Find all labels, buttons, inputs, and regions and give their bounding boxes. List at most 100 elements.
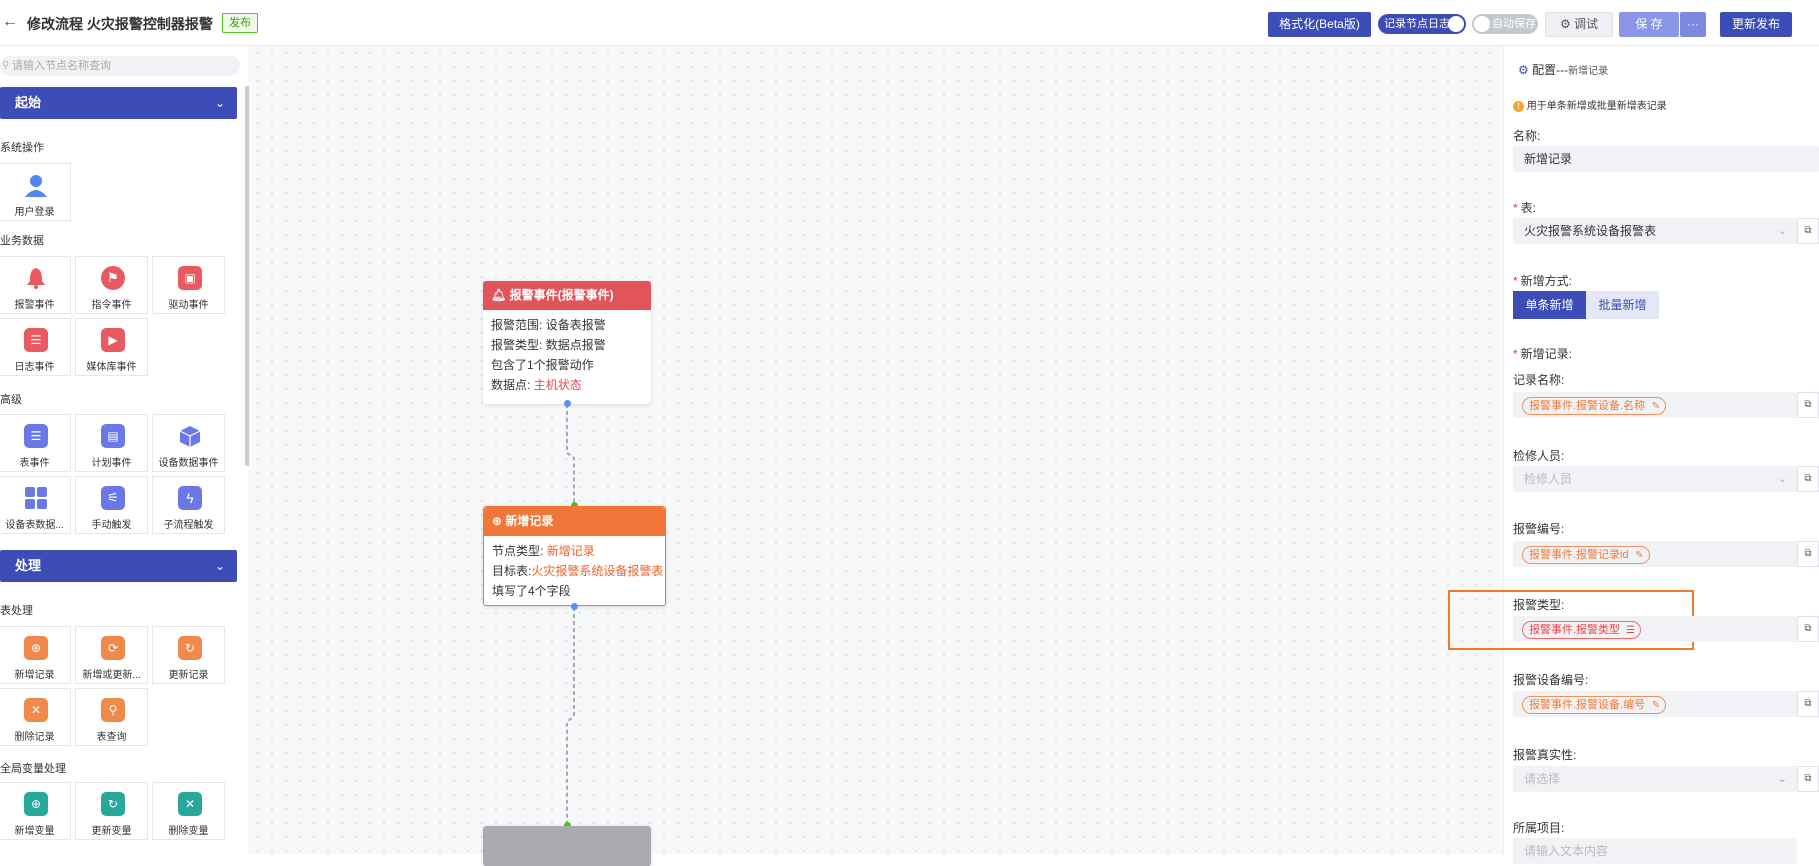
warning-icon: ! [1513, 101, 1524, 112]
tile-delete-record[interactable]: ✕ 删除记录 [0, 688, 71, 746]
record-name-input[interactable]: 报警事件.报警设备.名称 ✎ [1513, 392, 1797, 418]
field-label: 报警真实性: [1513, 748, 1577, 762]
bell-icon [24, 266, 48, 290]
tile-command-event[interactable]: ⚑ 指令事件 [75, 256, 148, 314]
bell-icon: 🔔︎ [491, 288, 507, 302]
search-doc-icon: ⚲ [101, 698, 125, 722]
edit-icon[interactable]: ✎ [1652, 698, 1660, 714]
variable-tag[interactable]: 报警事件.报警类型 ☰ [1522, 621, 1642, 639]
edit-icon[interactable]: ✎ [1652, 399, 1660, 415]
output-port[interactable] [571, 603, 578, 610]
tile-driver-event[interactable]: ▣ 驱动事件 [152, 256, 225, 314]
format-button[interactable]: 格式化(Beta版) [1268, 12, 1371, 37]
tile-device-table-data[interactable]: 设备表数据... [0, 476, 71, 534]
update-var-icon: ↻ [101, 792, 125, 816]
next-node[interactable] [483, 826, 651, 866]
sidebar-scrollbar[interactable] [245, 86, 249, 466]
group-advanced: 高级 [0, 394, 22, 406]
tile-add-record[interactable]: ⊕ 新增记录 [0, 626, 71, 684]
table-label: * 表: [1513, 201, 1537, 215]
field-action-button[interactable]: ⧉ [1797, 691, 1819, 717]
media-icon: ▶ [101, 328, 125, 352]
field-label: 报警设备编号: [1513, 673, 1589, 687]
inspector-select[interactable]: 检修人员 ⌄ [1513, 466, 1797, 492]
tile-plan-event[interactable]: ▤ 计划事件 [75, 414, 148, 472]
table-select[interactable]: 火灾报警系统设备报警表 ⌄ [1513, 218, 1797, 244]
mode-batch-button[interactable]: 批量新增 [1586, 291, 1659, 319]
toggle-knob [1448, 16, 1464, 32]
field-action-button[interactable]: ⧉ [1797, 392, 1819, 418]
more-button[interactable]: ··· [1680, 12, 1706, 37]
edit-icon[interactable]: ✎ [1635, 548, 1643, 564]
debug-button[interactable]: ⚙ 调试 [1545, 12, 1613, 37]
section-start-label: 起始 [15, 95, 42, 110]
field-label: 报警类型: [1513, 598, 1565, 612]
add-record-node[interactable]: ⊕ 新增记录 节点类型: 新增记录 目标表:火灾报警系统设备报警表 填写了4个字… [483, 506, 666, 606]
field-action-button[interactable]: ⧉ [1797, 616, 1819, 642]
search-input[interactable]: ⚲ 请输入节点名称查询 [0, 56, 240, 76]
bug-icon: ⚙ [1559, 17, 1571, 31]
project-input[interactable]: 请输入文本内容 [1513, 838, 1797, 864]
variable-tag[interactable]: 报警事件.报警设备.编号 ✎ [1522, 696, 1667, 714]
alarm-event-node[interactable]: 🔔︎ 报警事件(报警事件) 报警范围: 设备表报警 报警类型: 数据点报警 包含… [483, 281, 651, 404]
arrow-left-icon[interactable]: ← [2, 13, 18, 31]
panel-tip: ! 用于单条新增或批量新增表记录 [1513, 97, 1667, 112]
alarm-number-input[interactable]: 报警事件.报警记录id ✎ [1513, 541, 1797, 567]
device-number-input[interactable]: 报警事件.报警设备.编号 ✎ [1513, 691, 1797, 717]
plus-circle-icon: ⊕ [492, 514, 503, 528]
field-action-button[interactable]: ⧉ [1797, 466, 1819, 492]
tile-user-login[interactable]: 用户登录 [0, 163, 71, 221]
tile-media-event[interactable]: ▶ 媒体库事件 [75, 318, 148, 376]
alarm-type-input[interactable]: 报警事件.报警类型 ☰ [1513, 616, 1797, 642]
output-port[interactable] [564, 400, 571, 407]
field-action-button[interactable]: ⧉ [1797, 766, 1819, 792]
clipboard-icon: ▤ [101, 424, 125, 448]
name-input[interactable]: 新增记录 [1513, 146, 1819, 172]
node-header: 🔔︎ 报警事件(报警事件) [483, 281, 651, 310]
field-action-button[interactable]: ⧉ [1797, 541, 1819, 567]
chevron-down-icon: ⌄ [214, 559, 225, 573]
tile-add-var[interactable]: ⊕ 新增变量 [0, 782, 71, 840]
sync-doc-icon: ⟳ [101, 636, 125, 660]
section-start[interactable]: 起始 ⌄ [0, 87, 237, 119]
list-icon[interactable]: ☰ [1626, 623, 1635, 639]
tile-add-or-update[interactable]: ⟳ 新增或更新... [75, 626, 148, 684]
grid-icon [24, 486, 48, 510]
autosave-toggle[interactable]: 自动保存 [1472, 14, 1538, 34]
node-palette: ⚲ 请输入节点名称查询 起始 ⌄ 系统操作 用户登录 业务数据 报警事件 ⚑ 指… [0, 46, 250, 854]
node-body: 报警范围: 设备表报警 报警类型: 数据点报警 包含了1个报警动作 数据点: 主… [491, 318, 606, 392]
flow-canvas[interactable]: 🔔︎ 报警事件(报警事件) 报警范围: 设备表报警 报警类型: 数据点报警 包含… [251, 46, 1503, 866]
log-toggle-label: 记录节点日志 [1384, 18, 1450, 30]
tile-subflow-trigger[interactable]: ϟ 子流程触发 [152, 476, 225, 534]
trash-doc-icon: ✕ [24, 698, 48, 722]
tile-update-record[interactable]: ↻ 更新记录 [152, 626, 225, 684]
field-label: 所属项目: [1513, 821, 1565, 835]
tile-update-var[interactable]: ↻ 更新变量 [75, 782, 148, 840]
panel-subtitle: 新增记录 [1568, 66, 1609, 77]
connector-line [566, 404, 575, 506]
search-icon: ⚲ [2, 60, 10, 71]
field-label: 检修人员: [1513, 449, 1565, 463]
tile-delete-var[interactable]: ✕ 删除变量 [152, 782, 225, 840]
variable-tag[interactable]: 报警事件.报警设备.名称 ✎ [1522, 397, 1667, 415]
tile-manual-trigger[interactable]: ⚟ 手动触发 [75, 476, 148, 534]
page-title: 修改流程 火灾报警控制器报警 [27, 16, 213, 32]
variable-tag[interactable]: 报警事件.报警记录id ✎ [1522, 546, 1650, 564]
cube-icon [178, 424, 202, 448]
authenticity-select[interactable]: 请选择 ⌄ [1513, 766, 1797, 792]
tile-log-event[interactable]: ☰ 日志事件 [0, 318, 71, 376]
tile-table-event[interactable]: ☰ 表事件 [0, 414, 71, 472]
status-badge: 发布 [222, 13, 258, 33]
chevron-down-icon: ⌄ [214, 96, 225, 110]
tile-table-query[interactable]: ⚲ 表查询 [75, 688, 148, 746]
mode-single-button[interactable]: 单条新增 [1513, 291, 1586, 319]
lightning-icon: ϟ [178, 486, 202, 510]
log-toggle[interactable]: 记录节点日志 [1378, 14, 1466, 34]
publish-button[interactable]: 更新发布 [1720, 12, 1792, 37]
tile-device-data-event[interactable]: 设备数据事件 [152, 414, 225, 472]
section-process[interactable]: 处理 ⌄ [0, 550, 237, 582]
save-button[interactable]: 保 存 [1619, 12, 1679, 37]
open-table-button[interactable]: ⧉ [1797, 218, 1819, 244]
node-body: 节点类型: 新增记录 目标表:火灾报警系统设备报警表 填写了4个字段 [492, 544, 664, 598]
tile-alarm-event[interactable]: 报警事件 [0, 256, 71, 314]
